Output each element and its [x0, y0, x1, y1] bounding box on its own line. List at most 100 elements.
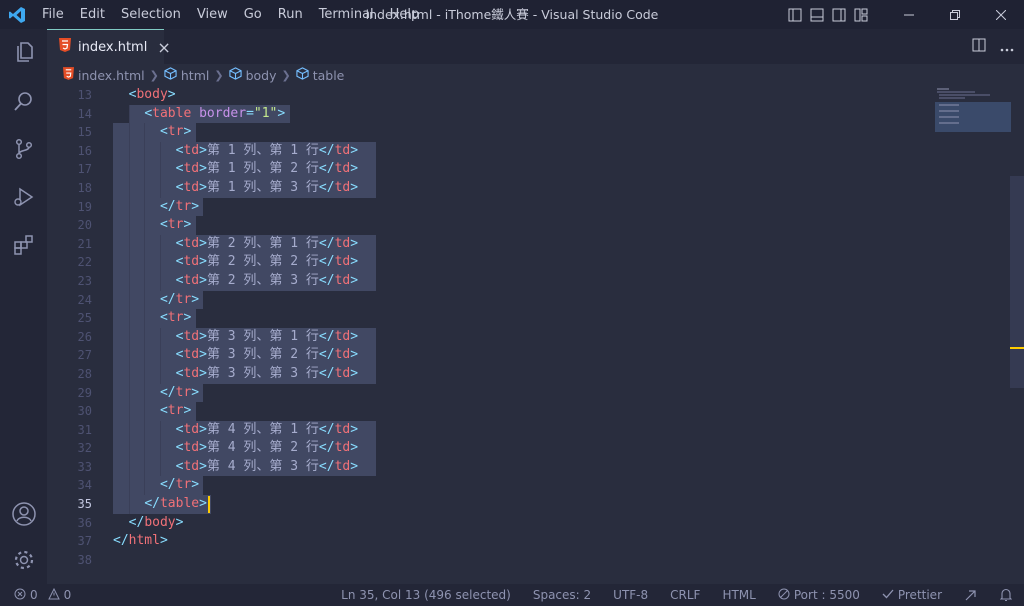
live-server-port[interactable]: Port : 5500	[778, 588, 860, 603]
source-control-icon[interactable]	[0, 125, 47, 173]
code-line[interactable]: <td>第 2 列、第 3 行</td>	[113, 271, 973, 291]
scrollbar-cursor-marker	[1010, 347, 1024, 349]
code-line[interactable]: <table border="1">	[113, 104, 973, 124]
code-line[interactable]: <td>第 4 列、第 3 行</td>	[113, 457, 973, 477]
code-line[interactable]: </tr>	[113, 290, 973, 310]
run-debug-icon[interactable]	[0, 173, 47, 221]
code-line[interactable]: <td>第 3 列、第 2 行</td>	[113, 346, 973, 365]
code-line[interactable]: <tr>	[113, 309, 973, 328]
menu-edit[interactable]: Edit	[72, 0, 113, 29]
error-count: 0	[30, 588, 38, 602]
code-line[interactable]: </body>	[113, 514, 973, 533]
more-actions-icon[interactable]	[1000, 37, 1014, 56]
status-bar: 0 0 Ln 35, Col 13 (496 selected) Spaces:…	[0, 584, 1024, 606]
code-line[interactable]	[113, 551, 973, 570]
minimize-icon[interactable]	[886, 0, 932, 29]
code-line[interactable]: </tr>	[113, 197, 973, 217]
code-line[interactable]: <tr>	[113, 402, 973, 421]
end-of-line[interactable]: CRLF	[670, 588, 700, 602]
problems-indicator[interactable]: 0 0	[0, 587, 72, 603]
code-line[interactable]: <td>第 1 列、第 2 行</td>	[113, 160, 973, 179]
code-line[interactable]: <td>第 1 列、第 1 行</td>	[113, 141, 973, 161]
account-icon[interactable]	[0, 490, 47, 538]
menu-terminal[interactable]: Terminal	[311, 0, 382, 29]
customize-layout-icon[interactable]	[850, 0, 872, 29]
code-line[interactable]: <tr>	[113, 216, 973, 235]
breadcrumb-table[interactable]: table	[296, 67, 345, 83]
search-icon[interactable]	[0, 77, 47, 125]
toggle-primary-sidebar-icon[interactable]	[784, 0, 806, 29]
code-line[interactable]: <td>第 3 列、第 1 行</td>	[113, 327, 973, 347]
code-text: <td>第 2 列、第 2 行</td>	[175, 254, 359, 270]
close-tab-icon[interactable]: ×	[157, 38, 170, 57]
line-number: 37	[77, 534, 92, 549]
menu-help[interactable]: Help	[382, 0, 428, 29]
line-number: 36	[77, 515, 92, 530]
indentation[interactable]: Spaces: 2	[533, 588, 591, 602]
files-icon[interactable]	[0, 29, 47, 77]
code-line[interactable]: <td>第 1 列、第 3 行</td>	[113, 178, 973, 198]
menu-go[interactable]: Go	[236, 0, 270, 29]
code-text: <td>第 4 列、第 1 行</td>	[175, 421, 359, 437]
cursor-position[interactable]: Ln 35, Col 13 (496 selected)	[341, 588, 511, 602]
chevron-right-icon: ❯	[214, 68, 224, 82]
breadcrumb-html[interactable]: html	[164, 67, 209, 83]
toggle-panel-icon[interactable]	[806, 0, 828, 29]
live-server-port-label: Port : 5500	[793, 588, 860, 602]
feedback-icon[interactable]	[964, 588, 978, 602]
code-line[interactable]: <td>第 2 列、第 2 行</td>	[113, 253, 973, 272]
minimap[interactable]	[935, 86, 1011, 146]
tab-index-html[interactable]: index.html ×	[47, 29, 171, 64]
text-cursor	[208, 496, 211, 514]
settings-gear-icon[interactable]	[0, 536, 47, 584]
code-text: <body>	[128, 87, 176, 102]
code-text: <td>第 4 列、第 2 行</td>	[175, 440, 359, 456]
toggle-secondary-sidebar-icon[interactable]	[828, 0, 850, 29]
vertical-scrollbar[interactable]	[1010, 176, 1024, 388]
prettier-status[interactable]: Prettier	[882, 588, 942, 603]
line-number: 19	[77, 199, 92, 214]
breadcrumb-file[interactable]: index.html	[63, 67, 145, 83]
breadcrumb-html-label: html	[180, 67, 210, 83]
notifications-bell-icon[interactable]	[1000, 588, 1012, 602]
menu-selection[interactable]: Selection	[113, 0, 189, 29]
code-line[interactable]: <tr>	[113, 123, 973, 142]
symbol-element-icon	[296, 67, 309, 83]
code-text: <td>第 1 列、第 3 行</td>	[175, 179, 359, 195]
line-number: 38	[77, 552, 92, 567]
breadcrumb-table-label: table	[312, 67, 345, 83]
code-line[interactable]: <td>第 3 列、第 3 行</td>	[113, 364, 973, 384]
line-number: 25	[77, 311, 92, 326]
encoding[interactable]: UTF-8	[613, 588, 648, 602]
line-number: 33	[77, 459, 92, 474]
chevron-right-icon: ❯	[149, 68, 159, 82]
menu-file[interactable]: File	[34, 0, 72, 29]
breadcrumb: index.html ❯ html ❯ body ❯ table	[47, 64, 1024, 86]
html5-file-icon	[59, 38, 71, 56]
line-number: 35	[77, 497, 92, 512]
line-number: 16	[77, 143, 92, 158]
close-window-icon[interactable]	[978, 0, 1024, 29]
code-line[interactable]: <td>第 2 列、第 1 行</td>	[113, 234, 973, 254]
code-line[interactable]: <td>第 4 列、第 1 行</td>	[113, 420, 973, 440]
split-editor-icon[interactable]	[972, 37, 986, 56]
menu-view[interactable]: View	[189, 0, 236, 29]
code-text: </body>	[128, 514, 184, 530]
code-line[interactable]: </html>	[113, 532, 973, 551]
code-line[interactable]: </tr>	[113, 476, 973, 496]
code-line[interactable]: </tr>	[113, 383, 973, 403]
code-lines[interactable]: <body> <table border="1"> <tr> <td>第 1 列…	[113, 86, 973, 569]
code-text: <td>第 3 列、第 1 行</td>	[175, 328, 359, 344]
extensions-icon[interactable]	[0, 221, 47, 269]
code-text: <td>第 3 列、第 2 行</td>	[175, 347, 359, 363]
code-line[interactable]: <body>	[113, 86, 973, 105]
code-editor[interactable]: 13 14 15 16 17 18 19 20 21 22 23 24 25 26 27 28 29 30 31 32…	[47, 86, 1024, 584]
menu-run[interactable]: Run	[270, 0, 311, 29]
restore-icon[interactable]	[932, 0, 978, 29]
code-text: </tr>	[159, 384, 200, 400]
language-mode[interactable]: HTML	[722, 588, 755, 602]
breadcrumb-body[interactable]: body	[228, 67, 277, 83]
code-line[interactable]: </table>	[113, 495, 973, 514]
warning-count: 0	[63, 588, 72, 602]
code-line[interactable]: <td>第 4 列、第 2 行</td>	[113, 439, 973, 458]
